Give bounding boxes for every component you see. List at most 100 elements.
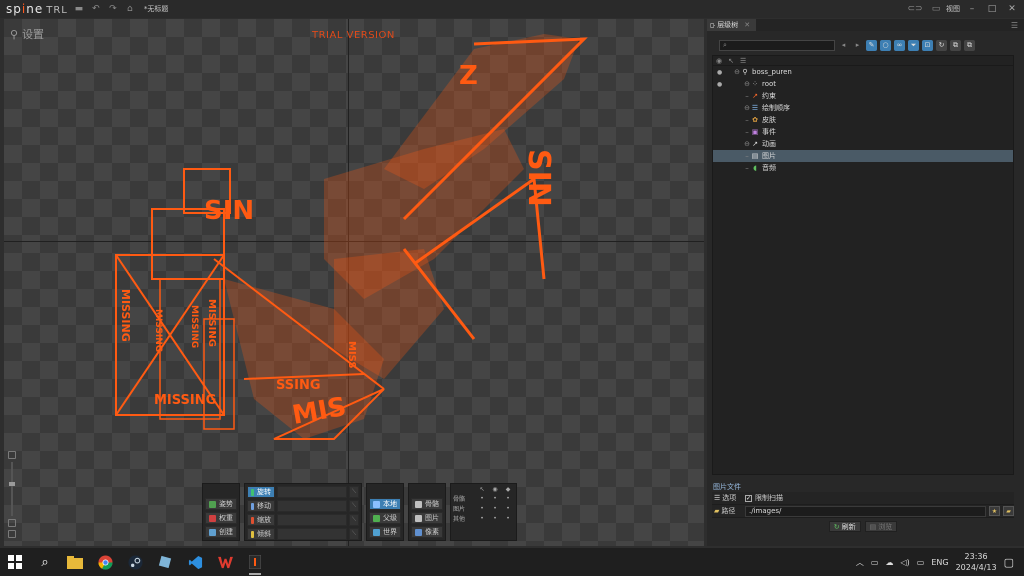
scale-gear-icon[interactable]: ⟍ — [349, 514, 359, 526]
maximize-button[interactable]: □ — [984, 2, 1000, 16]
zoom-slider[interactable] — [9, 462, 15, 516]
tray-expand-icon[interactable]: ︿ — [856, 557, 864, 568]
local-axes-button[interactable]: 本地 — [369, 498, 401, 510]
app-button[interactable] — [150, 548, 180, 576]
opt-dot[interactable]: • — [489, 505, 501, 512]
export-icon[interactable]: ⌂ — [124, 3, 136, 15]
expand-icon[interactable]: ⊖ — [733, 68, 741, 76]
browse-button[interactable]: ▤ 浏览 — [864, 521, 898, 532]
images-path-field[interactable]: ./images/ — [745, 505, 986, 517]
pointer-icon[interactable]: ↖ — [476, 486, 488, 493]
panel-menu-icon[interactable]: ☰ — [1011, 21, 1018, 30]
opt-dot[interactable]: • — [502, 515, 514, 522]
tree-node[interactable]: – ▤ 图片 — [713, 150, 1013, 162]
cloud-icon[interactable]: ☁ — [885, 558, 893, 567]
tag-icon[interactable]: ◆ — [502, 486, 514, 493]
notification-icon[interactable]: ▢ — [1004, 556, 1014, 569]
shear-value[interactable] — [277, 528, 347, 540]
search-taskbar-button[interactable]: ⌕ — [30, 548, 60, 576]
prev-result-icon[interactable]: ◂ — [838, 40, 849, 51]
shear-tool-button[interactable]: 倾斜 — [247, 528, 275, 540]
undo-icon[interactable]: ↶ — [90, 3, 102, 15]
link-icon[interactable]: ⊂⊃ — [907, 3, 922, 15]
tree-node[interactable]: – ↗ 约束 — [713, 90, 1013, 102]
layout-icon[interactable]: ▭ — [930, 3, 942, 15]
vscode-button[interactable] — [180, 548, 210, 576]
view-menu[interactable]: 视图 — [946, 4, 960, 14]
minimize-button[interactable]: – — [964, 2, 980, 16]
start-button[interactable] — [0, 548, 30, 576]
network-icon[interactable]: ▭ — [871, 558, 879, 567]
restrict-scan-checkbox[interactable]: ✓ — [745, 494, 752, 502]
zoom-fit-icon[interactable] — [8, 451, 16, 459]
close-button[interactable]: ✕ — [1004, 2, 1020, 16]
expand-icon[interactable]: – — [743, 128, 751, 136]
translate-gear-icon[interactable]: ⟍ — [349, 500, 359, 512]
scale-tool-button[interactable]: 缩放 — [247, 514, 275, 526]
spine-taskbar-button[interactable] — [240, 548, 270, 576]
translate-value[interactable] — [277, 500, 347, 512]
images-compensate-button[interactable]: 图片 — [411, 512, 443, 524]
shear-gear-icon[interactable]: ⟍ — [349, 528, 359, 540]
tab-hierarchy[interactable]: ⟥ 层级树 ✕ — [707, 19, 757, 31]
filter-link-toggle[interactable]: ∞ — [894, 39, 905, 51]
hierarchy-tree[interactable]: ◉ ↖ ☰ ● ⊖ ⚲ boss_puren ● ⊖ ⁘ root – ↗ 约束 ⊖ ☰ 绘制顺序 – ✿ 皮肤… — [712, 55, 1014, 475]
pixels-compensate-button[interactable]: 像素 — [411, 526, 443, 538]
tree-node[interactable]: ⊖ ☰ 绘制顺序 — [713, 102, 1013, 114]
tree-node[interactable]: – ✿ 皮肤 — [713, 114, 1013, 126]
rotate-value[interactable] — [277, 486, 347, 498]
parent-axes-button[interactable]: 父级 — [369, 512, 401, 524]
setup-mode-label[interactable]: ⚲ 设置 — [10, 26, 44, 42]
pose-tool-button[interactable]: 姿势 — [205, 498, 237, 510]
tree-node[interactable]: ● ⊖ ⚲ boss_puren — [713, 66, 1013, 78]
rotate-gear-icon[interactable]: ⟍ — [349, 486, 359, 498]
expand-icon[interactable]: ⊖ — [743, 80, 751, 88]
tree-node[interactable]: – ▣ 事件 — [713, 126, 1013, 138]
opt-dot[interactable]: • — [502, 495, 514, 502]
create-tool-button[interactable]: 创建 — [205, 526, 237, 538]
visibility-header-icon[interactable]: ◉ — [716, 57, 722, 65]
battery-icon[interactable]: ▭ — [917, 558, 925, 567]
translate-tool-button[interactable]: 移动 — [247, 500, 275, 512]
opt-dot[interactable]: • — [476, 505, 488, 512]
expand-icon[interactable]: ⊖ — [743, 104, 751, 112]
opt-dot[interactable]: • — [489, 515, 501, 522]
paste-icon[interactable]: ⧉ — [964, 39, 975, 51]
opt-dot[interactable]: • — [476, 495, 488, 502]
bones-compensate-button[interactable]: 骨骼 — [411, 498, 443, 510]
volume-icon[interactable]: ◁) — [900, 558, 909, 567]
sync-toggle[interactable]: ↻ — [936, 39, 947, 51]
tree-node[interactable]: – ◖ 音频 — [713, 162, 1013, 174]
expand-icon[interactable]: – — [743, 92, 751, 100]
pointer-header-icon[interactable]: ↖ — [728, 57, 734, 65]
zoom-frame-icon[interactable] — [8, 530, 16, 538]
tree-node[interactable]: ⊖ ↗ 动画 — [713, 138, 1013, 150]
weights-tool-button[interactable]: 权重 — [205, 512, 237, 524]
wps-button[interactable] — [210, 548, 240, 576]
redo-icon[interactable]: ↷ — [107, 3, 119, 15]
star-icon[interactable]: ★ — [989, 506, 1000, 516]
file-explorer-button[interactable] — [60, 548, 90, 576]
folder-icon[interactable]: ▬ — [73, 3, 85, 15]
zoom-search-icon[interactable] — [8, 519, 16, 527]
editor-viewport[interactable]: MISSING MISSING MISSING MISSING MISSING … — [4, 19, 704, 546]
tree-search-input[interactable]: ⌕ — [719, 39, 835, 51]
next-result-icon[interactable]: ▸ — [852, 40, 863, 51]
copy-icon[interactable]: ⧉ — [950, 39, 961, 51]
world-axes-button[interactable]: 世界 — [369, 526, 401, 538]
list-header-icon[interactable]: ☰ — [740, 57, 746, 65]
filter-funnel-toggle[interactable]: ⏷ — [908, 39, 919, 51]
filter-slots-toggle[interactable]: ○ — [880, 39, 891, 51]
browse-folder-icon[interactable]: ▰ — [1003, 506, 1014, 516]
steam-button[interactable] — [120, 548, 150, 576]
expand-icon[interactable]: ⊖ — [743, 140, 751, 148]
eye-icon[interactable]: ◉ — [489, 486, 501, 493]
opt-dot[interactable]: • — [476, 515, 488, 522]
expand-icon[interactable]: – — [743, 116, 751, 124]
visibility-dot[interactable]: ● — [717, 81, 722, 88]
chrome-button[interactable] — [90, 548, 120, 576]
tree-node[interactable]: ● ⊖ ⁘ root — [713, 78, 1013, 90]
opt-dot[interactable]: • — [489, 495, 501, 502]
language-indicator[interactable]: ENG — [931, 558, 948, 567]
expand-icon[interactable]: – — [743, 152, 751, 160]
